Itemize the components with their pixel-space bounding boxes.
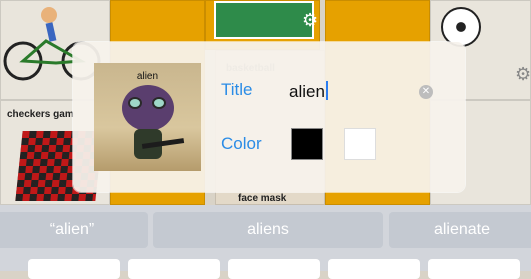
color-swatch-black[interactable] — [291, 128, 323, 160]
keyboard-key[interactable] — [228, 259, 320, 279]
suggestion-3[interactable]: alienate — [389, 212, 531, 248]
title-input-value: alien — [289, 82, 325, 101]
item-photo[interactable]: alien — [94, 63, 201, 171]
checkers-label: checkers gam — [7, 109, 74, 120]
alien-figure-image — [122, 85, 174, 131]
soccer-ball-icon — [441, 7, 481, 47]
gear-icon[interactable]: ⚙ — [515, 65, 530, 83]
suggestion-1[interactable]: “alien” — [0, 212, 148, 248]
baseball-field-image — [214, 1, 314, 39]
color-label: Color — [221, 134, 262, 153]
keyboard-key[interactable] — [428, 259, 520, 279]
title-label: Title — [221, 80, 253, 99]
photo-caption: alien — [136, 71, 159, 82]
clear-text-icon[interactable]: ✕ — [419, 85, 433, 99]
figure-eye — [152, 97, 166, 109]
suggestion-2[interactable]: aliens — [153, 212, 383, 248]
color-swatch-white[interactable] — [344, 128, 376, 160]
keyboard: “alien” aliens alienate — [0, 205, 531, 279]
text-cursor — [325, 81, 328, 100]
keyboard-key[interactable] — [28, 259, 120, 279]
edit-item-dialog: alien Title alien ✕ Color — [73, 42, 465, 192]
title-input[interactable]: alien — [289, 81, 328, 102]
figure-eye — [128, 97, 142, 109]
keyboard-key[interactable] — [328, 259, 420, 279]
face-mask-label: face mask — [238, 193, 287, 204]
keyboard-key[interactable] — [128, 259, 220, 279]
gear-icon[interactable]: ⚙ — [302, 11, 318, 29]
